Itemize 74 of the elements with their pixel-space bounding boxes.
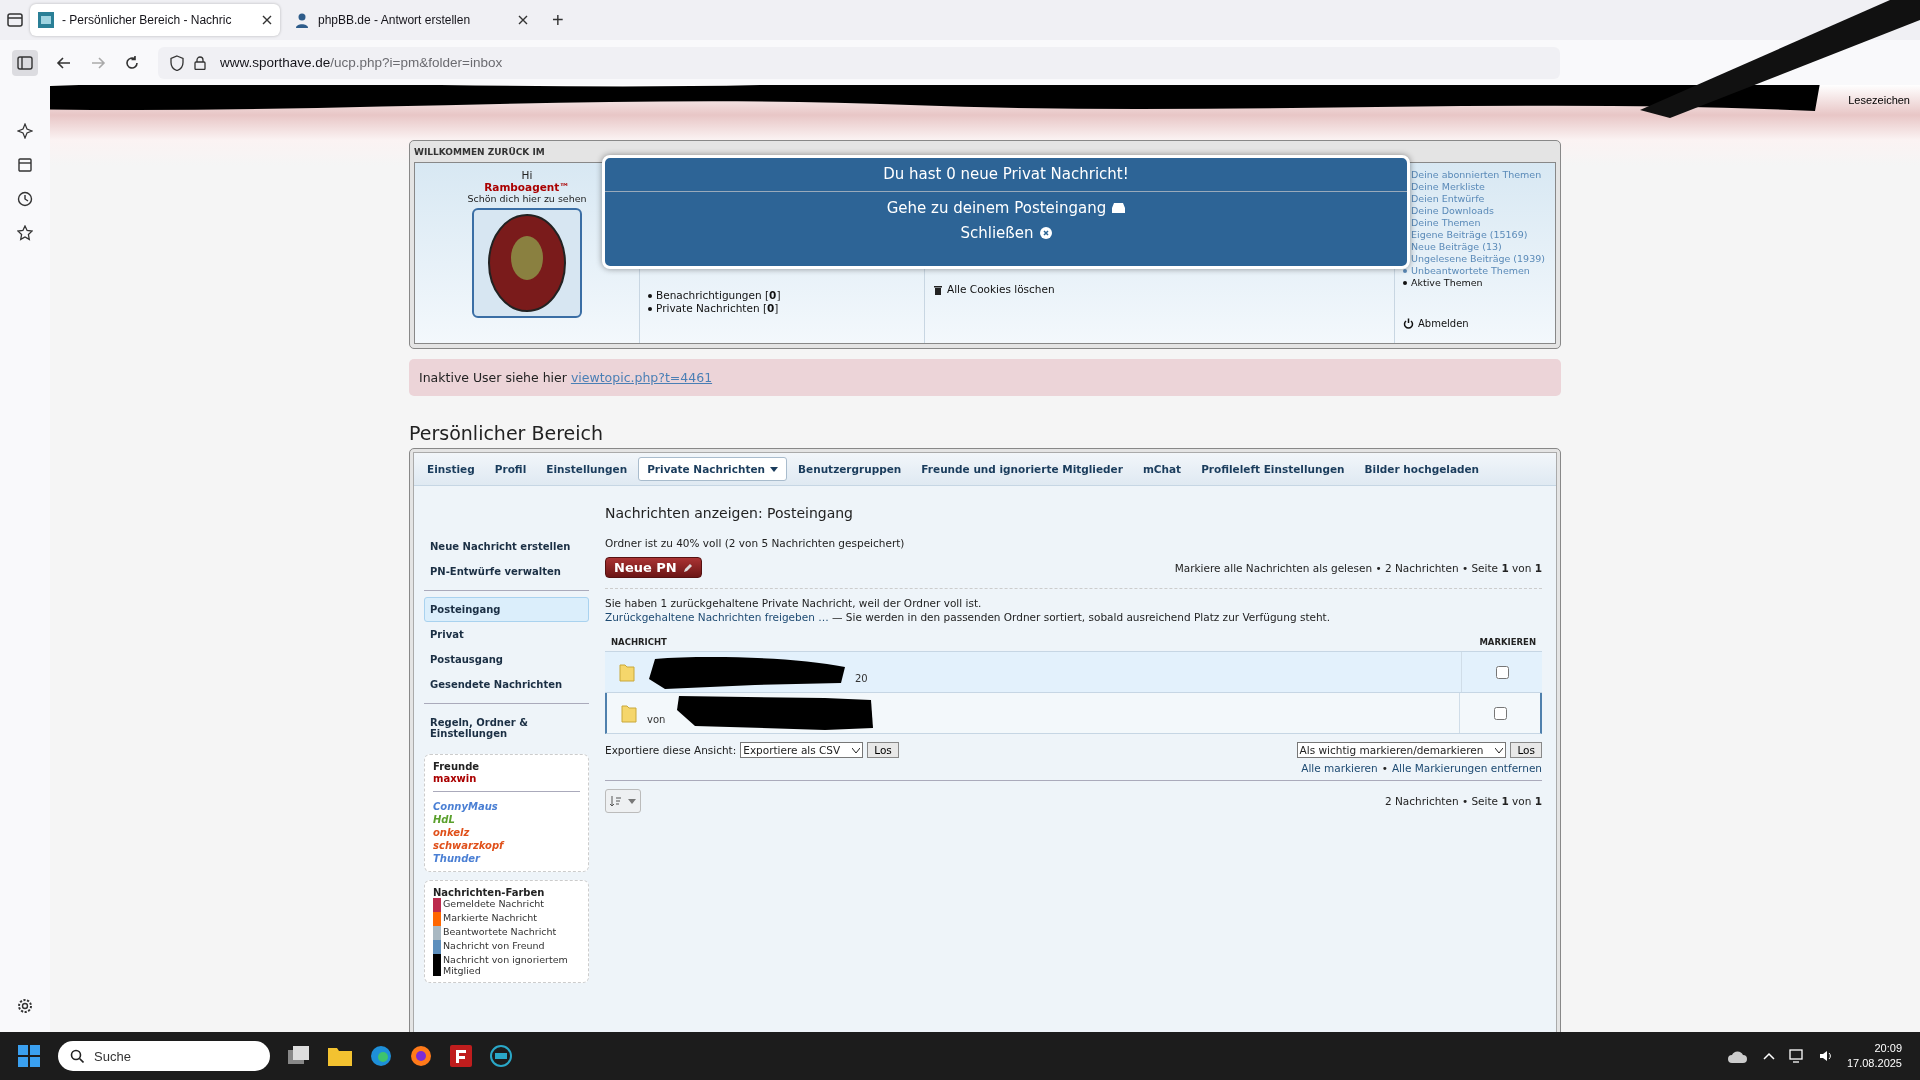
folder-item[interactable]: Gesendete Nachrichten (424, 672, 589, 697)
new-tab-button[interactable]: + (542, 8, 574, 32)
folder-title: Nachrichten anzeigen: Posteingang (605, 505, 854, 521)
nav-tab[interactable]: Benutzergruppen (789, 457, 911, 481)
logout-link[interactable]: Abmelden (1418, 318, 1469, 329)
go-button[interactable]: Los (1510, 742, 1542, 758)
folder-item[interactable]: Postausgang (424, 647, 589, 672)
legend-label: Nachricht von Freund (443, 940, 545, 953)
tab-title: phpBB.de - Antwort erstellen (318, 13, 472, 27)
folder-item[interactable]: Posteingang (424, 597, 589, 622)
inbox-link[interactable]: Gehe zu deinem Posteingang (886, 199, 1126, 217)
counter-link[interactable]: Benachrichtigungen [0] (656, 289, 781, 302)
nav-tab[interactable]: mChat (1133, 457, 1191, 481)
nav-tab[interactable]: Profil (485, 457, 536, 481)
release-link[interactable]: Zurückgehaltene Nachrichten freigeben … (605, 611, 829, 623)
legend-label: Nachricht von ignoriertem Mitglied (443, 954, 569, 976)
search-field[interactable]: Suche (58, 1041, 270, 1071)
nav-tab[interactable]: Freunde und ignorierte Mitglieder (912, 457, 1132, 481)
legend-label: Beantwortete Nachricht (443, 926, 557, 939)
unmark-all-link[interactable]: Alle Markierungen entfernen (1391, 762, 1542, 774)
column-header: NACHRICHT (611, 637, 667, 647)
menu-item[interactable]: PN-Entwürfe verwalten (424, 559, 589, 584)
message-fragment: von (647, 713, 666, 725)
export-select[interactable]: Exportiere als CSV (740, 742, 864, 758)
address-bar[interactable]: www.sporthave.de/ucp.php?i=pm&folder=inbox (158, 46, 1560, 79)
release-notice: Zurückgehaltene Nachrichten freigeben … — Sie werden in den passenden Ordner sortiert, sobald ausreichend Platz zur Verfügung steht. (605, 611, 1331, 623)
cookies-link[interactable]: Alle Cookies löschen (947, 283, 1055, 296)
clock-time[interactable]: 20:09 (1874, 1041, 1902, 1056)
friend-link[interactable]: onkelz (433, 826, 580, 839)
new-message-button[interactable]: Neue PN (605, 557, 702, 578)
action-select[interactable]: Als wichtig markieren/demarkieren (1296, 742, 1507, 758)
legend-label: Gemeldete Nachricht (443, 898, 545, 911)
tab-title: - Persönlicher Bereich - Nachric (62, 13, 233, 27)
friend-link[interactable]: ConnyMaus (433, 800, 580, 813)
legend-title: Nachrichten-Farben (433, 887, 546, 898)
nav-tab[interactable]: Private Nachrichten (638, 457, 788, 481)
summary-text: Markiere alle Nachrichten als gelesen • 2 Nachrichten • Seite 1 von 1 (1174, 561, 1542, 574)
column-header: MARKIEREN (1479, 637, 1536, 647)
export-label: Exportiere diese Ansicht: (605, 744, 737, 756)
notice-text: Inaktive User siehe hier viewtopic.php?t=4461 (419, 370, 713, 385)
legend-label: Markierte Nachricht (443, 912, 538, 925)
nav-tab[interactable]: Einstellungen (537, 457, 637, 481)
message-row[interactable]: 20 (605, 652, 1542, 693)
tagline: Schön dich hier zu sehen (467, 193, 587, 204)
held-notice: Sie haben 1 zurückgehaltene Private Nachricht, weil der Ordner voll ist. (605, 597, 983, 609)
welcome-heading: WILLKOMMEN ZURÜCK IM (414, 146, 546, 159)
quick-link[interactable]: Aktive Themen (1411, 277, 1483, 289)
close-button[interactable]: Schließen (960, 224, 1052, 242)
folder-status: Ordner ist zu 40% voll (2 von 5 Nachrichten gespeichert) (605, 537, 906, 549)
nav-tab[interactable]: Profileleft Einstellungen (1192, 457, 1354, 481)
friend-link[interactable]: maxwin (433, 772, 580, 785)
pagination-text: 2 Nachrichten • Seite 1 von 1 (1384, 795, 1542, 807)
counter-link[interactable]: Private Nachrichten [0] (656, 302, 779, 315)
browser-tab[interactable]: phpBB.de - Antwort erstellen (286, 4, 536, 36)
message-row[interactable]: von (605, 693, 1542, 734)
page-title: Persönlicher Bereich (409, 422, 604, 444)
link-separator: • (1381, 762, 1388, 774)
menu-item[interactable]: Neue Nachricht erstellen (424, 534, 589, 559)
browser-tab[interactable]: - Persönlicher Bereich - Nachric (30, 4, 280, 36)
username[interactable]: Ramboagent™ (484, 181, 570, 193)
friends-title: Freunde (433, 761, 481, 772)
menu-item[interactable]: Regeln, Ordner & Einstellungen (424, 710, 589, 746)
folder-item[interactable]: Privat (424, 622, 589, 647)
greeting: Hi (521, 169, 533, 181)
popup-message: Du hast 0 neue Privat Nachricht! (605, 158, 1407, 192)
go-button[interactable]: Los (867, 742, 899, 758)
bookmarks-label[interactable]: Lesezeichen (1848, 94, 1910, 106)
friend-link[interactable]: Thunder (433, 852, 580, 865)
friend-link[interactable]: schwarzkopf (433, 839, 580, 852)
nav-tab[interactable]: Bilder hochgeladen (1355, 457, 1489, 481)
clock-date[interactable]: 17.08.2025 (1846, 1056, 1902, 1071)
message-fragment: 20 (855, 672, 868, 684)
nav-tab[interactable]: Einstieg (418, 457, 484, 481)
mark-all-link[interactable]: Alle markieren (1301, 762, 1378, 774)
